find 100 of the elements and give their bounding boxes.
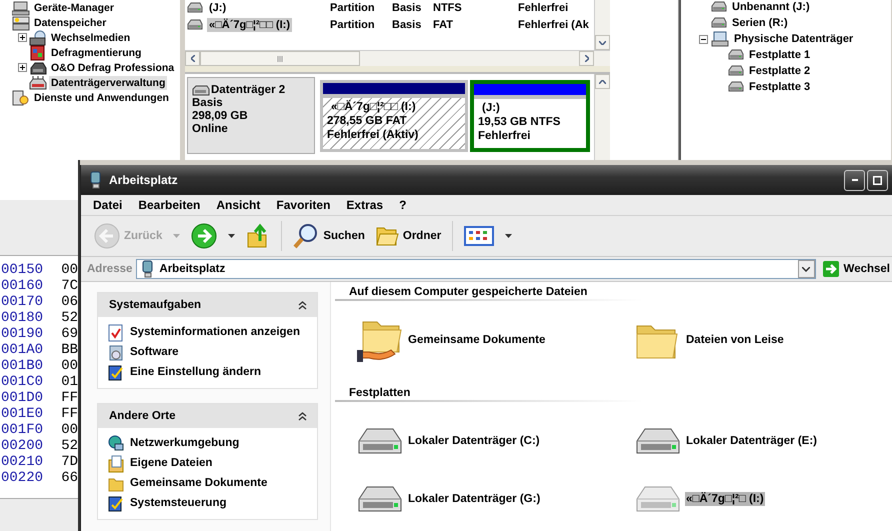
scroll-down-icon — [599, 40, 606, 44]
task-link[interactable]: Gemeinsame Dokumente — [108, 475, 309, 493]
volume-name[interactable]: (J:) — [207, 0, 228, 14]
hex-address: 00210 — [1, 454, 44, 470]
hex-address: 00180 — [1, 310, 44, 326]
hex-byte: 66 — [61, 470, 78, 486]
tree-item[interactable]: Datenspeicher — [32, 16, 108, 30]
go-button[interactable]: Wechsel — [820, 260, 892, 278]
settings-icon — [108, 364, 124, 382]
scroll-up-button[interactable] — [595, 74, 610, 89]
hex-byte: 00 — [61, 358, 78, 374]
volume-name[interactable]: «□Ä´7g□¦²□□ (I:) — [207, 18, 292, 32]
folder-item[interactable]: Gemeinsame Dokumente — [355, 315, 633, 365]
task-link[interactable]: Eigene Dateien — [108, 455, 309, 473]
task-link[interactable]: Eine Einstellung ändern — [108, 364, 309, 382]
tree-item[interactable]: Datenträgerverwaltung — [49, 76, 168, 90]
hex-byte: FF — [61, 390, 78, 406]
menu-item[interactable]: Datei — [85, 196, 130, 214]
panel-header[interactable]: Systemaufgaben — [98, 293, 317, 317]
drive-icon — [187, 2, 203, 14]
folder-item[interactable]: Dateien von Leise — [633, 315, 873, 365]
drive-icon — [728, 81, 744, 93]
hex-address: 001D0 — [1, 390, 44, 406]
services-icon — [12, 90, 30, 106]
scrollbar-thumb[interactable] — [200, 51, 360, 66]
drive-icon — [29, 74, 47, 90]
tree-item[interactable]: Physische Datenträger — [732, 32, 856, 46]
scroll-left-icon — [190, 55, 194, 62]
views-icon — [464, 226, 494, 246]
tree-item[interactable]: Geräte-Manager — [32, 0, 116, 14]
media-icon — [29, 30, 47, 46]
menu-item[interactable]: Extras — [338, 196, 392, 214]
tree-item[interactable]: Dienste und Anwendungen — [32, 90, 171, 104]
scroll-right-icon — [584, 55, 588, 62]
minimize-button[interactable] — [844, 170, 865, 190]
document-check-icon — [108, 324, 124, 342]
hex-byte: 01 — [61, 374, 78, 390]
drive-item[interactable]: Lokaler Datenträger (C:) — [355, 416, 633, 466]
task-link[interactable]: Systeminformationen anzeigen — [108, 324, 309, 342]
task-link[interactable]: Netzwerkumgebung — [108, 435, 309, 453]
tree-item[interactable]: Serien (R:) — [730, 16, 790, 30]
table-cell-text: Partition — [330, 2, 376, 14]
search-button[interactable]: Suchen — [290, 220, 368, 252]
drive-item[interactable]: Lokaler Datenträger (G:) — [355, 474, 633, 524]
task-link[interactable]: Systemsteuerung — [108, 495, 309, 513]
dropdown-button[interactable] — [798, 260, 815, 278]
partition-block[interactable]: (J:) 19,53 GB NTFS Fehlerfrei — [470, 80, 590, 152]
menu-item[interactable]: Bearbeiten — [130, 196, 208, 214]
menu-item[interactable]: Ansicht — [208, 196, 268, 214]
menu-item[interactable]: ? — [391, 196, 414, 214]
scroll-right-button[interactable] — [579, 51, 594, 66]
partition-status: Fehlerfrei — [478, 129, 532, 143]
drive-item[interactable]: «□Ä´7g□¦²□ (I:) — [633, 474, 873, 524]
maximize-icon — [873, 176, 882, 184]
drive-icon — [728, 65, 744, 77]
tree-item[interactable]: Festplatte 2 — [747, 64, 812, 78]
partition-status: Fehlerfrei (Aktiv) — [327, 128, 420, 142]
expand-icon[interactable] — [18, 63, 27, 72]
hex-byte: 7C — [61, 278, 78, 294]
table-cell-text: Fehlerfrei — [518, 2, 570, 14]
folders-icon — [374, 225, 399, 247]
table-cell-text: Basis — [392, 2, 422, 14]
tree-item[interactable]: Defragmentierung — [49, 46, 144, 60]
address-field[interactable]: Arbeitsplatz — [136, 259, 816, 279]
disk-type: Basis — [192, 97, 224, 110]
tree-item[interactable]: Unbenannt (J:) — [730, 0, 812, 14]
expand-icon[interactable] — [18, 33, 27, 42]
drive-icon — [187, 18, 203, 30]
drive-item[interactable]: Lokaler Datenträger (E:) — [633, 416, 873, 466]
caret-icon — [228, 234, 236, 238]
tree-item[interactable]: O&O Defrag Professiona — [49, 60, 176, 74]
table-cell-text: Fehlerfrei (Ak — [518, 18, 590, 30]
collapse-icon[interactable] — [298, 412, 307, 420]
scroll-down-button[interactable] — [595, 35, 610, 50]
computer-icon — [89, 171, 103, 189]
hex-address: 00190 — [1, 326, 44, 342]
network-icon — [108, 435, 124, 453]
group-header: Auf diesem Computer gespeicherte Dateien — [335, 286, 849, 301]
software-icon — [108, 344, 124, 362]
folders-button[interactable]: Ordner — [372, 222, 444, 250]
window-title: Arbeitsplatz — [109, 173, 178, 187]
scroll-left-button[interactable] — [185, 51, 200, 66]
scroll-up-icon — [599, 80, 606, 84]
table-cell-text: Partition — [330, 18, 376, 30]
tree-item[interactable]: Festplatte 3 — [747, 80, 812, 94]
hex-byte: 52 — [61, 438, 78, 454]
maximize-button[interactable] — [867, 170, 888, 190]
tree-item[interactable]: Festplatte 1 — [747, 48, 812, 62]
tree-item[interactable]: Wechselmedien — [49, 30, 132, 44]
computer-icon — [12, 0, 30, 16]
hex-byte: 69 — [61, 326, 78, 342]
address-label: Adresse — [87, 263, 132, 275]
computer-icon — [141, 260, 156, 278]
partition-name: «□Ä´7g□¦²□□ (I:) — [330, 100, 417, 114]
task-link[interactable]: Software — [108, 344, 309, 362]
menu-item[interactable]: Favoriten — [268, 196, 338, 214]
panel-header[interactable]: Andere Orte — [98, 404, 317, 428]
collapse-icon[interactable] — [298, 300, 307, 310]
partition-block[interactable]: «□Ä´7g□¦²□□ (I:) 278,55 GB FAT Fehlerfrei (Aktiv) — [320, 80, 468, 152]
collapse-icon[interactable] — [699, 34, 708, 44]
